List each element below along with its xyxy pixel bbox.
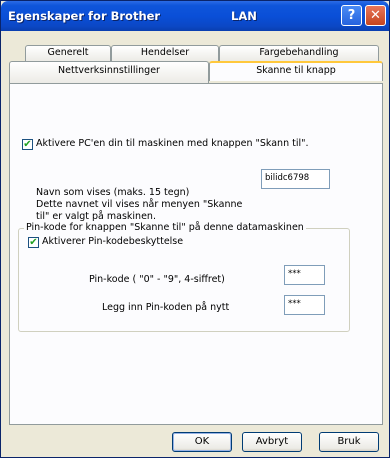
tab-panel: ✔ Aktivere PC'en din til maskinen med kn… (9, 83, 383, 425)
checkmark-icon: ✔ (29, 237, 38, 248)
tab-strip: Generelt Hendelser Fargebehandling Nettv… (9, 45, 383, 85)
pin-group-title: Pin-kode for knappen "Skanne til" på den… (24, 222, 306, 233)
dialog-window: Egenskaper for Brother LAN ? ✕ Generelt … (0, 0, 390, 458)
pin-protect-checkbox[interactable]: ✔ (28, 237, 39, 248)
checkmark-icon: ✔ (23, 139, 32, 150)
tab-skanne-til-knapp[interactable]: Skanne til knapp (209, 61, 383, 81)
tab-generelt[interactable]: Generelt (25, 45, 111, 61)
pin-code-input[interactable]: *** (284, 265, 325, 285)
pin-repeat-input[interactable]: *** (284, 295, 325, 315)
display-name-desc-1: Navn som vises (maks. 15 tegn) (36, 187, 190, 198)
display-name-input[interactable]: bilidc6798 (261, 169, 330, 189)
help-button[interactable]: ? (341, 5, 362, 26)
window-title-suffix: LAN (231, 9, 257, 23)
title-bar[interactable]: Egenskaper for Brother LAN ? ✕ (1, 1, 389, 31)
tab-nettverksinnstillinger[interactable]: Nettverksinnstillinger (9, 61, 209, 83)
display-name-desc-2: Dette navnet vil vises når menyen "Skann… (36, 199, 243, 210)
apply-button[interactable]: Bruk (319, 432, 379, 452)
pin-repeat-label: Legg inn Pin-koden på nytt (102, 302, 230, 313)
pin-group: Pin-kode for knappen "Skanne til" på den… (18, 222, 350, 332)
tab-hendelser[interactable]: Hendelser (111, 45, 219, 61)
close-button[interactable]: ✕ (365, 5, 386, 26)
ok-button[interactable]: OK (172, 432, 232, 452)
enable-scan-to-checkbox[interactable]: ✔ (22, 139, 33, 150)
pin-protect-label: Aktiverer Pin-kodebeskyttelse (42, 236, 184, 247)
tab-fargebehandling[interactable]: Fargebehandling (219, 45, 379, 61)
help-icon: ? (347, 8, 356, 23)
enable-scan-to-label: Aktivere PC'en din til maskinen med knap… (36, 138, 309, 149)
pin-code-label: Pin-kode ( "0" - "9", 4-siffret) (89, 274, 225, 285)
display-name-desc-3: til" er valgt på maskinen. (36, 211, 156, 222)
cancel-button[interactable]: Avbryt (242, 432, 302, 452)
window-title: Egenskaper for Brother (8, 9, 161, 23)
close-icon: ✕ (370, 8, 381, 23)
